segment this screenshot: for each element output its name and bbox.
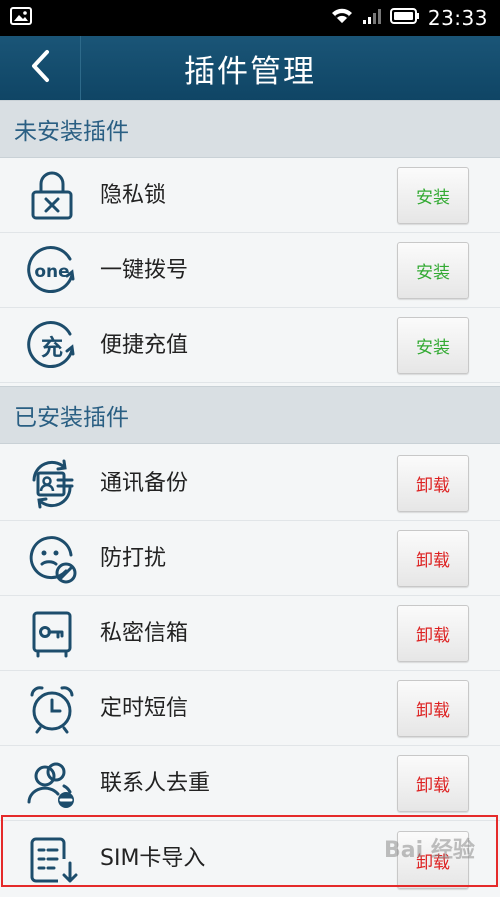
plugin-name: 一键拨号 bbox=[100, 258, 189, 283]
chevron-left-icon bbox=[29, 49, 51, 87]
list-item: 定时短信 卸载 bbox=[0, 671, 500, 746]
uninstall-button[interactable]: 卸载 bbox=[397, 755, 469, 812]
status-indicators: 23:33 bbox=[330, 6, 488, 30]
plugin-name: 定时短信 bbox=[100, 696, 189, 721]
list-item: SIM卡导入 卸载 bbox=[0, 821, 500, 889]
uninstall-button[interactable]: 卸载 bbox=[397, 455, 469, 512]
do-not-disturb-icon bbox=[26, 533, 78, 585]
plugin-name: SIM卡导入 bbox=[100, 846, 206, 871]
install-button[interactable]: 安装 bbox=[397, 167, 469, 224]
status-bar: 23:33 bbox=[0, 0, 500, 36]
plugin-name: 联系人去重 bbox=[100, 771, 211, 796]
uninstall-button[interactable]: 卸载 bbox=[397, 831, 469, 889]
contacts-dedupe-icon bbox=[26, 758, 78, 810]
uninstall-button[interactable]: 卸载 bbox=[397, 605, 469, 662]
recharge-icon: 充 bbox=[26, 320, 78, 372]
list-item: 隐私锁 安装 bbox=[0, 158, 500, 233]
plugin-name: 私密信箱 bbox=[100, 621, 189, 646]
list-item: 防打扰 卸载 bbox=[0, 521, 500, 596]
section-title: 未安装插件 bbox=[14, 119, 129, 145]
svg-text:充: 充 bbox=[41, 335, 63, 361]
svg-text:one: one bbox=[34, 262, 69, 282]
title-bar: 插件管理 bbox=[0, 36, 500, 100]
back-button[interactable] bbox=[0, 36, 81, 100]
gallery-notification-icon bbox=[10, 7, 32, 29]
list-item: 联系人去重 卸载 bbox=[0, 746, 500, 821]
plugin-name: 隐私锁 bbox=[100, 183, 167, 208]
sim-import-icon bbox=[26, 833, 78, 885]
list-item: one 一键拨号 安装 bbox=[0, 233, 500, 308]
signal-icon bbox=[362, 7, 382, 29]
battery-icon bbox=[389, 7, 420, 29]
list-item: 私密信箱 卸载 bbox=[0, 596, 500, 671]
private-mailbox-icon bbox=[26, 608, 78, 660]
padlock-icon bbox=[26, 170, 78, 222]
contact-backup-icon bbox=[26, 458, 78, 510]
page-title: 插件管理 bbox=[184, 53, 316, 90]
section-header-not-installed: 未安装插件 bbox=[0, 100, 500, 158]
plugin-name: 通讯备份 bbox=[100, 471, 189, 496]
section-title: 已安装插件 bbox=[14, 405, 129, 431]
plugin-name: 防打扰 bbox=[100, 546, 167, 571]
section-header-installed: 已安装插件 bbox=[0, 386, 500, 444]
list-item: 通讯备份 卸载 bbox=[0, 446, 500, 521]
one-dial-icon: one bbox=[26, 245, 78, 297]
uninstall-button[interactable]: 卸载 bbox=[397, 680, 469, 737]
list-item: 充 便捷充值 安装 bbox=[0, 308, 500, 383]
clock: 23:33 bbox=[427, 6, 488, 30]
uninstall-button[interactable]: 卸载 bbox=[397, 530, 469, 587]
plugin-name: 便捷充值 bbox=[100, 333, 189, 358]
alarm-clock-icon bbox=[26, 683, 78, 735]
install-button[interactable]: 安装 bbox=[397, 242, 469, 299]
install-button[interactable]: 安装 bbox=[397, 317, 469, 374]
wifi-icon bbox=[330, 7, 354, 29]
